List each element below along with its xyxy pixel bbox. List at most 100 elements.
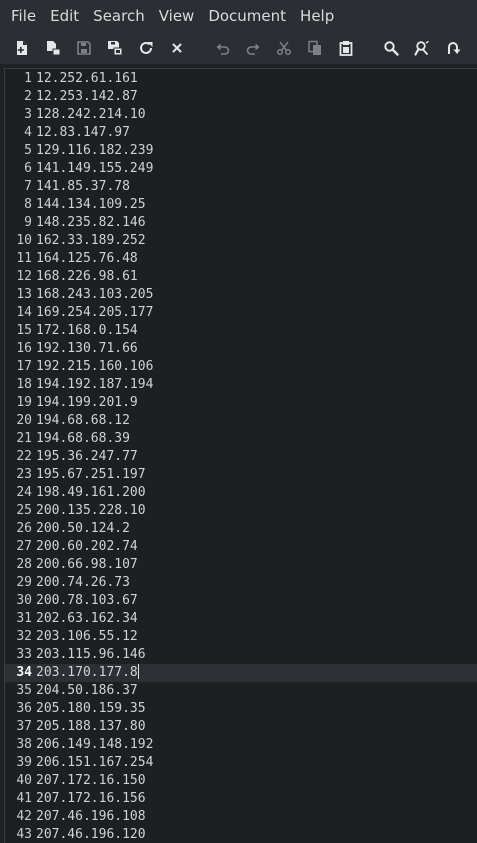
new-window-button[interactable]	[42, 37, 64, 59]
text-line[interactable]: 7 141.85.37.78	[5, 178, 477, 196]
text-line[interactable]: 39 206.151.167.254	[5, 754, 477, 772]
line-text[interactable]: 148.235.82.146	[36, 214, 146, 232]
line-text[interactable]: 162.33.189.252	[36, 232, 146, 250]
text-line[interactable]: 5 129.116.182.239	[5, 142, 477, 160]
line-text[interactable]: 200.135.228.10	[36, 502, 146, 520]
text-line[interactable]: 22 195.36.247.77	[5, 448, 477, 466]
text-line[interactable]: 14 169.254.205.177	[5, 304, 477, 322]
text-line[interactable]: 28 200.66.98.107	[5, 556, 477, 574]
text-line[interactable]: 26 200.50.124.2	[5, 520, 477, 538]
text-line[interactable]: 20 194.68.68.12	[5, 412, 477, 430]
text-line[interactable]: 9 148.235.82.146	[5, 214, 477, 232]
menu-file[interactable]: File	[4, 0, 43, 32]
line-text[interactable]: 194.192.187.194	[36, 376, 153, 394]
text-line[interactable]: 11 164.125.76.48	[5, 250, 477, 268]
undo-button[interactable]	[212, 37, 234, 59]
line-text[interactable]: 194.199.201.9	[36, 394, 138, 412]
text-line[interactable]: 1 12.252.61.161	[5, 70, 477, 88]
reload-button[interactable]	[135, 37, 157, 59]
text-line[interactable]: 40 207.172.16.150	[5, 772, 477, 790]
current-line[interactable]: 34 203.170.177.8	[5, 664, 477, 682]
text-line[interactable]: 24 198.49.161.200	[5, 484, 477, 502]
text-line[interactable]: 25 200.135.228.10	[5, 502, 477, 520]
cut-button[interactable]	[273, 37, 295, 59]
line-text[interactable]: 205.180.159.35	[36, 700, 146, 718]
go-to-line-button[interactable]	[442, 37, 464, 59]
text-line[interactable]: 17 192.215.160.106	[5, 358, 477, 376]
save-button[interactable]	[73, 37, 95, 59]
text-line[interactable]: 33 203.115.96.146	[5, 646, 477, 664]
line-text[interactable]: 129.116.182.239	[36, 142, 153, 160]
text-editor-area[interactable]: 1 12.252.61.161 2 12.253.142.87 3 128.242.214…	[4, 68, 477, 843]
text-line[interactable]: 18 194.192.187.194	[5, 376, 477, 394]
line-text[interactable]: 203.115.96.146	[36, 646, 146, 664]
line-text[interactable]: 168.226.98.61	[36, 268, 138, 286]
text-line[interactable]: 13 168.243.103.205	[5, 286, 477, 304]
text-line[interactable]: 31 202.63.162.34	[5, 610, 477, 628]
new-file-button[interactable]	[11, 37, 33, 59]
text-line[interactable]: 29 200.74.26.73	[5, 574, 477, 592]
line-text[interactable]: 207.46.196.120	[36, 826, 146, 843]
line-text[interactable]: 192.130.71.66	[36, 340, 138, 358]
line-text[interactable]: 206.149.148.192	[36, 736, 153, 754]
line-text[interactable]: 207.172.16.156	[36, 790, 146, 808]
text-line[interactable]: 8 144.134.109.25	[5, 196, 477, 214]
line-text[interactable]: 200.78.103.67	[36, 592, 138, 610]
text-line[interactable]: 35 204.50.186.37	[5, 682, 477, 700]
text-line[interactable]: 38 206.149.148.192	[5, 736, 477, 754]
line-text[interactable]: 194.68.68.12	[36, 412, 130, 430]
text-line[interactable]: 41 207.172.16.156	[5, 790, 477, 808]
save-as-button[interactable]	[104, 37, 126, 59]
line-text[interactable]: 12.252.61.161	[36, 70, 138, 88]
line-text[interactable]: 203.170.177.8	[36, 664, 139, 682]
redo-button[interactable]	[242, 37, 264, 59]
line-text[interactable]: 168.243.103.205	[36, 286, 153, 304]
text-line[interactable]: 27 200.60.202.74	[5, 538, 477, 556]
menu-edit[interactable]: Edit	[43, 0, 86, 32]
line-text[interactable]: 200.50.124.2	[36, 520, 130, 538]
line-text[interactable]: 128.242.214.10	[36, 106, 146, 124]
line-text[interactable]: 207.172.16.150	[36, 772, 146, 790]
text-line[interactable]: 21 194.68.68.39	[5, 430, 477, 448]
line-text[interactable]: 192.215.160.106	[36, 358, 153, 376]
text-line[interactable]: 16 192.130.71.66	[5, 340, 477, 358]
text-line[interactable]: 10 162.33.189.252	[5, 232, 477, 250]
text-line[interactable]: 19 194.199.201.9	[5, 394, 477, 412]
line-text[interactable]: 169.254.205.177	[36, 304, 153, 322]
text-line[interactable]: 23 195.67.251.197	[5, 466, 477, 484]
line-text[interactable]: 172.168.0.154	[36, 322, 138, 340]
text-line[interactable]: 4 12.83.147.97	[5, 124, 477, 142]
text-line[interactable]: 37 205.188.137.80	[5, 718, 477, 736]
text-line[interactable]: 32 203.106.55.12	[5, 628, 477, 646]
text-line[interactable]: 6 141.149.155.249	[5, 160, 477, 178]
line-text[interactable]: 202.63.162.34	[36, 610, 138, 628]
line-text[interactable]: 198.49.161.200	[36, 484, 146, 502]
line-text[interactable]: 207.46.196.108	[36, 808, 146, 826]
line-text[interactable]: 205.188.137.80	[36, 718, 146, 736]
line-text[interactable]: 144.134.109.25	[36, 196, 146, 214]
search-button[interactable]	[380, 37, 402, 59]
find-replace-button[interactable]	[411, 37, 433, 59]
line-text[interactable]: 195.36.247.77	[36, 448, 138, 466]
line-text[interactable]: 204.50.186.37	[36, 682, 138, 700]
menu-document[interactable]: Document	[201, 0, 293, 32]
line-text[interactable]: 164.125.76.48	[36, 250, 138, 268]
line-text[interactable]: 200.74.26.73	[36, 574, 130, 592]
paste-button[interactable]	[335, 37, 357, 59]
line-text[interactable]: 206.151.167.254	[36, 754, 153, 772]
text-line[interactable]: 36 205.180.159.35	[5, 700, 477, 718]
line-text[interactable]: 12.253.142.87	[36, 88, 138, 106]
line-text[interactable]: 195.67.251.197	[36, 466, 146, 484]
line-text[interactable]: 203.106.55.12	[36, 628, 138, 646]
text-line[interactable]: 2 12.253.142.87	[5, 88, 477, 106]
line-text[interactable]: 141.85.37.78	[36, 178, 130, 196]
line-text[interactable]: 194.68.68.39	[36, 430, 130, 448]
text-line[interactable]: 12 168.226.98.61	[5, 268, 477, 286]
text-line[interactable]: 30 200.78.103.67	[5, 592, 477, 610]
menu-view[interactable]: View	[152, 0, 202, 32]
text-line[interactable]: 42 207.46.196.108	[5, 808, 477, 826]
text-line[interactable]: 15 172.168.0.154	[5, 322, 477, 340]
close-button[interactable]	[166, 37, 188, 59]
menu-help[interactable]: Help	[293, 0, 341, 32]
line-text[interactable]: 12.83.147.97	[36, 124, 130, 142]
